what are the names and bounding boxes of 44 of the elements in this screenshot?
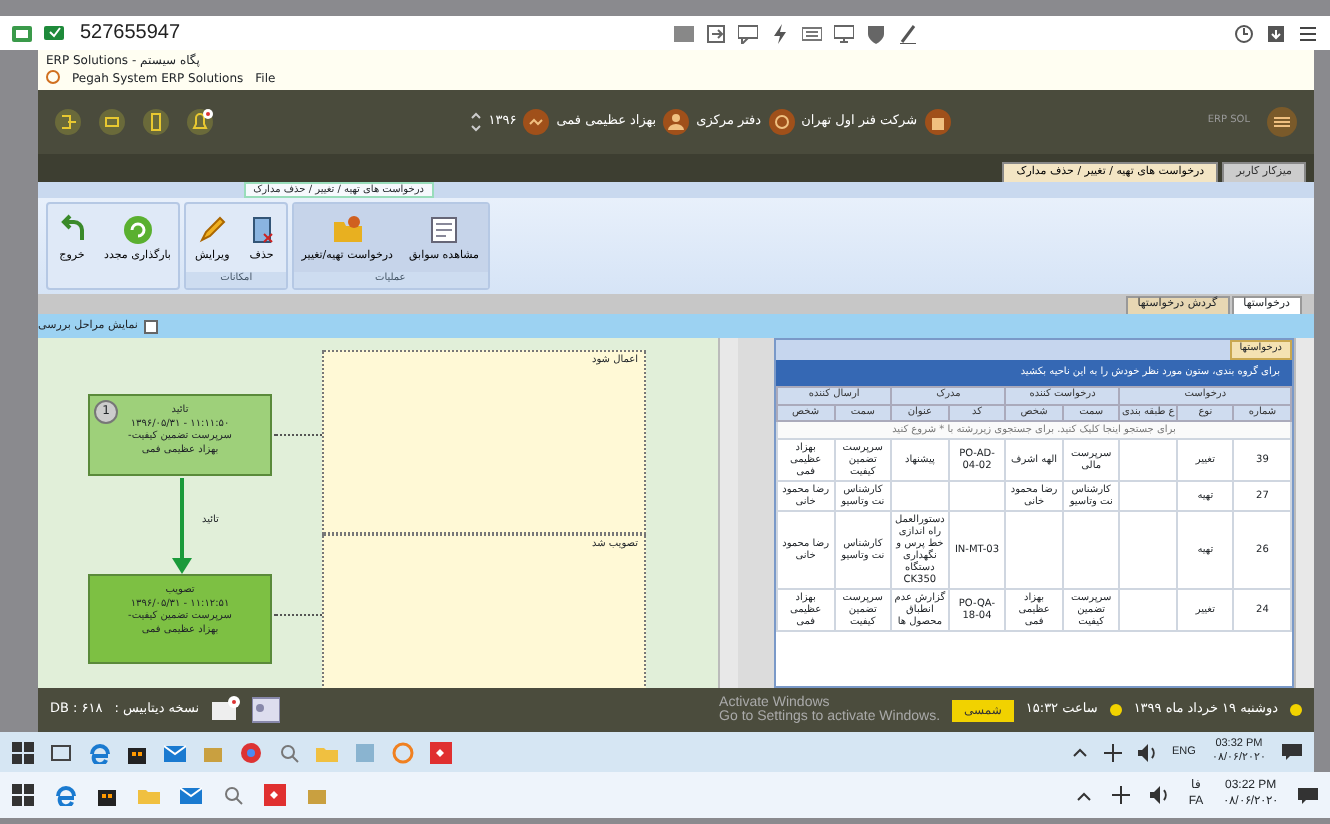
notifications-icon[interactable] [1298,785,1318,805]
task-view-icon[interactable] [50,741,72,763]
browser-icon[interactable] [88,741,110,763]
arrow [170,478,194,574]
history-icon[interactable] [1234,23,1254,43]
keyboard-icon[interactable] [801,23,821,43]
pen-icon[interactable] [897,23,917,43]
notifications-icon[interactable] [1282,742,1302,762]
remote-app-icon[interactable] [264,784,286,806]
status-dot-icon [1109,704,1122,716]
start-icon[interactable] [12,741,34,763]
folder-icon [331,213,364,246]
contacts-card-icon[interactable] [251,696,280,724]
notepad-icon [427,213,460,246]
menu-icon[interactable] [1298,23,1318,43]
start-icon[interactable] [12,784,34,806]
chevron-up-icon[interactable] [1076,787,1093,803]
user-icon [662,108,691,136]
mail-icon[interactable] [164,741,186,763]
scrollbar[interactable] [1294,338,1314,688]
back-arrow-icon [56,213,88,246]
search-icon[interactable] [278,741,300,763]
checkbox[interactable] [143,319,158,333]
transfer-icon[interactable] [705,23,725,43]
download-icon[interactable] [1266,23,1286,43]
search-icon[interactable] [222,784,244,806]
chevron-up-icon[interactable] [1072,744,1089,760]
speaker-icon[interactable] [1150,786,1169,804]
app-logo-icon [46,70,60,84]
shield-icon[interactable] [865,23,885,43]
mail-icon[interactable] [180,784,202,806]
browser-icon[interactable] [54,784,76,806]
emblem-icon [767,108,796,136]
scrollbar[interactable] [718,338,738,688]
remote-app-icon[interactable] [430,741,452,763]
monitor-icon[interactable] [833,23,853,43]
menu-icon[interactable] [1266,106,1298,138]
pencil-icon [196,213,229,246]
speaker-icon[interactable] [1138,743,1157,761]
bell-icon[interactable] [186,108,214,136]
lightning-icon[interactable] [769,23,789,43]
spinner-arrows-icon[interactable] [470,108,483,136]
status-dot-icon [1290,704,1302,716]
store-icon[interactable] [96,784,118,806]
